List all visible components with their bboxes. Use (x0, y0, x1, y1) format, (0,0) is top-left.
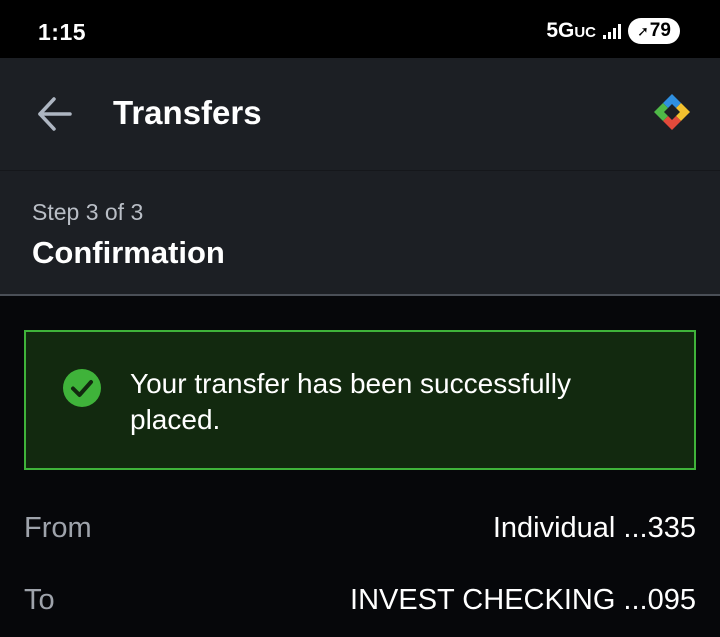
to-label: To (24, 584, 55, 616)
battery-indicator: ➚ 79 (628, 18, 680, 44)
success-banner: Your transfer has been successfully plac… (24, 330, 696, 470)
network-suffix: UC (574, 24, 596, 41)
app-logo-icon[interactable] (652, 92, 692, 132)
status-time: 1:15 (38, 19, 87, 45)
to-row: To INVEST CHECKING ...095 (24, 580, 696, 624)
to-account: INVEST CHECKING ...095 (350, 584, 696, 616)
app-bar: Transfers (0, 58, 720, 170)
step-header: Step 3 of 3 Confirmation (0, 170, 720, 296)
success-message: Your transfer has been successfully plac… (130, 368, 571, 435)
battery-level: 79 (649, 20, 671, 41)
battery-saver-icon: ➚ (637, 22, 649, 39)
check-circle-icon (63, 369, 101, 407)
status-indicators: 5GUC ➚ 79 (546, 18, 680, 44)
network-type: 5G (546, 19, 575, 42)
from-label: From (24, 512, 92, 544)
page-title: Transfers (113, 94, 262, 131)
signal-icon (603, 24, 621, 39)
from-row: From Individual ...335 (24, 508, 696, 552)
arrow-back-icon (38, 97, 72, 131)
step-indicator: Step 3 of 3 (32, 199, 144, 225)
step-title: Confirmation (32, 235, 225, 270)
network-indicator: 5GUC (546, 19, 596, 43)
status-bar: 1:15 5GUC ➚ 79 (0, 0, 720, 58)
from-account: Individual ...335 (492, 512, 696, 544)
back-button[interactable] (30, 92, 80, 136)
